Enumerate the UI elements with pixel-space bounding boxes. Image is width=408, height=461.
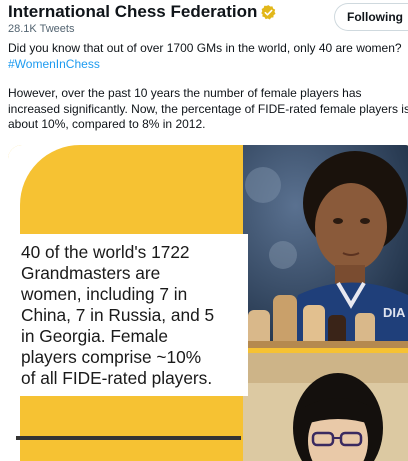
- fact-card-text: 40 of the world's 1722 Grandmasters are …: [21, 242, 215, 388]
- tweet-para2-line3: about 10%, compared to 8% in 2012.: [8, 117, 206, 131]
- tweet-para2-line1: However, over the past 10 years the numb…: [8, 86, 362, 100]
- player-photo-top: DIA: [243, 145, 408, 348]
- tweet-line-1: Did you know that out of over 1700 GMs i…: [8, 41, 402, 55]
- player-photo-bottom-image: [243, 353, 408, 461]
- card-divider-line: [16, 436, 241, 440]
- player-photo-top-image: DIA: [243, 145, 408, 348]
- fact-card: 40 of the world's 1722 Grandmasters are …: [16, 234, 248, 396]
- shirt-text: DIA: [383, 305, 406, 320]
- player-photo-bottom: [243, 353, 408, 461]
- hashtag-link[interactable]: #WomenInChess: [8, 57, 100, 71]
- tweet-count: 28.1K Tweets: [8, 23, 75, 35]
- profile-header: International Chess Federation 28.1K Twe…: [8, 0, 408, 40]
- following-button[interactable]: Following: [334, 3, 408, 31]
- tweet-page: International Chess Federation 28.1K Twe…: [0, 0, 408, 461]
- tweet-para2-line2: increased significantly. Now, the percen…: [8, 101, 408, 116]
- tweet-media-image[interactable]: DIA 40 of the world's 1722 Grandmasters …: [8, 145, 408, 461]
- tweet-body: Did you know that out of over 1700 GMs i…: [8, 41, 408, 133]
- account-name-row[interactable]: International Chess Federation: [8, 2, 277, 22]
- verified-badge-icon: [261, 4, 276, 20]
- account-name[interactable]: International Chess Federation: [8, 2, 257, 22]
